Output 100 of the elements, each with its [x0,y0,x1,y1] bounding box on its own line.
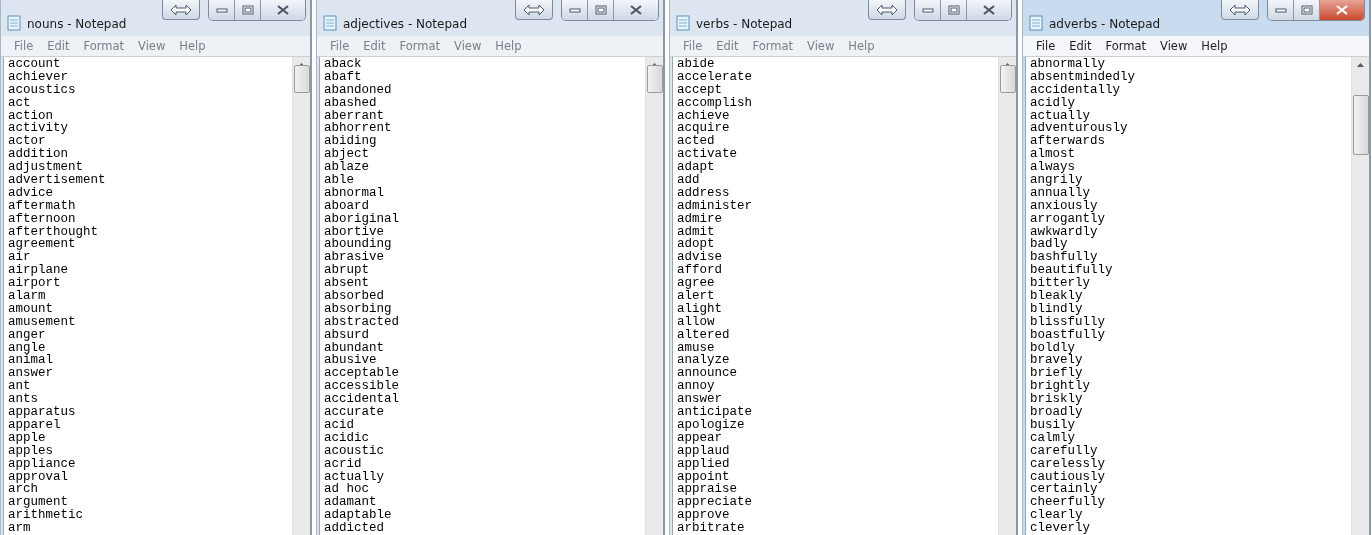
scroll-thumb[interactable] [1353,95,1369,155]
menu-item[interactable]: Format [745,39,801,53]
text-line: abhorrent [324,121,392,136]
menu-item[interactable]: Edit [709,39,746,53]
window-title: adverbs - Notepad [1049,17,1161,31]
text-line: agreement [8,237,76,252]
text-line: abiding [324,134,377,149]
text-line: appraise [677,482,737,497]
close-button[interactable] [261,0,305,20]
menu-item[interactable]: Help [172,39,213,53]
tile-button[interactable] [1221,0,1259,20]
close-button[interactable] [967,0,1011,20]
scroll-thumb[interactable] [294,65,310,93]
text-line: accidental [324,392,399,407]
notepad-icon [7,15,21,31]
text-line: broadly [1030,405,1083,420]
text-line: cautiously [1030,469,1105,484]
text-line: actually [1030,108,1090,123]
tile-button[interactable] [515,0,553,20]
menu-item[interactable]: Help [1194,39,1235,53]
close-icon [629,5,643,15]
text-line: annually [1030,185,1090,200]
tile-button[interactable] [162,0,200,20]
menu-item[interactable]: Help [488,39,529,53]
minimize-button[interactable] [562,0,588,20]
maximize-button[interactable] [1294,0,1320,20]
text-line: clearly [1030,508,1083,523]
menu-item[interactable]: Help [841,39,882,53]
minimize-button[interactable] [915,0,941,20]
text-line: apparatus [8,405,76,420]
menu-item[interactable]: Edit [40,39,77,53]
scroll-thumb[interactable] [1000,65,1016,93]
text-line: abrupt [324,263,369,278]
text-line: afford [677,263,722,278]
maximize-button[interactable] [941,0,967,20]
scroll-thumb[interactable] [647,65,663,93]
text-line: aberrant [324,108,384,123]
menu-item[interactable]: Edit [1062,39,1099,53]
scrollbar[interactable] [292,57,310,535]
text-line: abundant [324,340,384,355]
menu-item[interactable]: View [131,39,173,53]
menu-item[interactable]: File [676,39,710,53]
text-line: adaptable [324,508,392,523]
text-line: accept [677,82,722,97]
text-line: bleakly [1030,289,1083,304]
minimize-button[interactable] [209,0,235,20]
text-line: busily [1030,417,1075,432]
text-line: absent [324,276,369,291]
text-line: anxiously [1030,198,1098,213]
minimize-button[interactable] [1268,0,1294,20]
text-line: appreciate [677,495,752,510]
menu-item[interactable]: Format [392,39,448,53]
scrollbar[interactable] [1351,57,1369,535]
text-line: addition [8,147,68,162]
menu-item[interactable]: View [800,39,842,53]
text-line: annoy [677,379,715,394]
menu-item[interactable]: File [323,39,357,53]
text-line: arithmetic [8,508,83,523]
text-line: anticipate [677,405,752,420]
text-line: accelerate [677,69,752,84]
text-line: adopt [677,237,715,252]
text-line: abaft [324,69,362,84]
text-line: ant [8,379,31,394]
text-line: absorbed [324,289,384,304]
minimize-icon [921,6,934,14]
menu-item[interactable]: Edit [356,39,393,53]
text-line: approval [8,469,68,484]
scrollbar[interactable] [645,57,663,535]
text-line: afterwards [1030,134,1105,149]
menu-item[interactable]: View [1153,39,1195,53]
text-line: allow [677,314,715,329]
close-icon [982,5,996,15]
tile-button[interactable] [868,0,906,20]
text-line: acquire [677,121,730,136]
menu-item[interactable]: View [447,39,489,53]
close-icon [276,5,290,15]
menu-item[interactable]: Format [1098,39,1154,53]
maximize-button[interactable] [235,0,261,20]
text-line: cleverly [1030,521,1090,535]
text-line: addicted [324,521,384,535]
text-line: badly [1030,237,1068,252]
text-line: argument [8,495,68,510]
text-line: achiever [8,69,68,84]
text-line: amount [8,301,53,316]
text-line: advice [8,185,53,200]
menu-item[interactable]: File [1029,39,1063,53]
text-line: apple [8,430,46,445]
window-title: verbs - Notepad [696,17,793,31]
menu-item[interactable]: File [7,39,41,53]
close-button[interactable] [1320,0,1364,20]
minimize-icon [568,6,581,14]
scrollbar[interactable] [998,57,1016,535]
text-line: boldly [1030,340,1075,355]
text-line: ablaze [324,160,369,175]
text-line: abortive [324,224,384,239]
menu-item[interactable]: Format [76,39,132,53]
close-button[interactable] [614,0,658,20]
text-line: abandoned [324,82,392,97]
maximize-button[interactable] [588,0,614,20]
text-line: blindly [1030,301,1083,316]
